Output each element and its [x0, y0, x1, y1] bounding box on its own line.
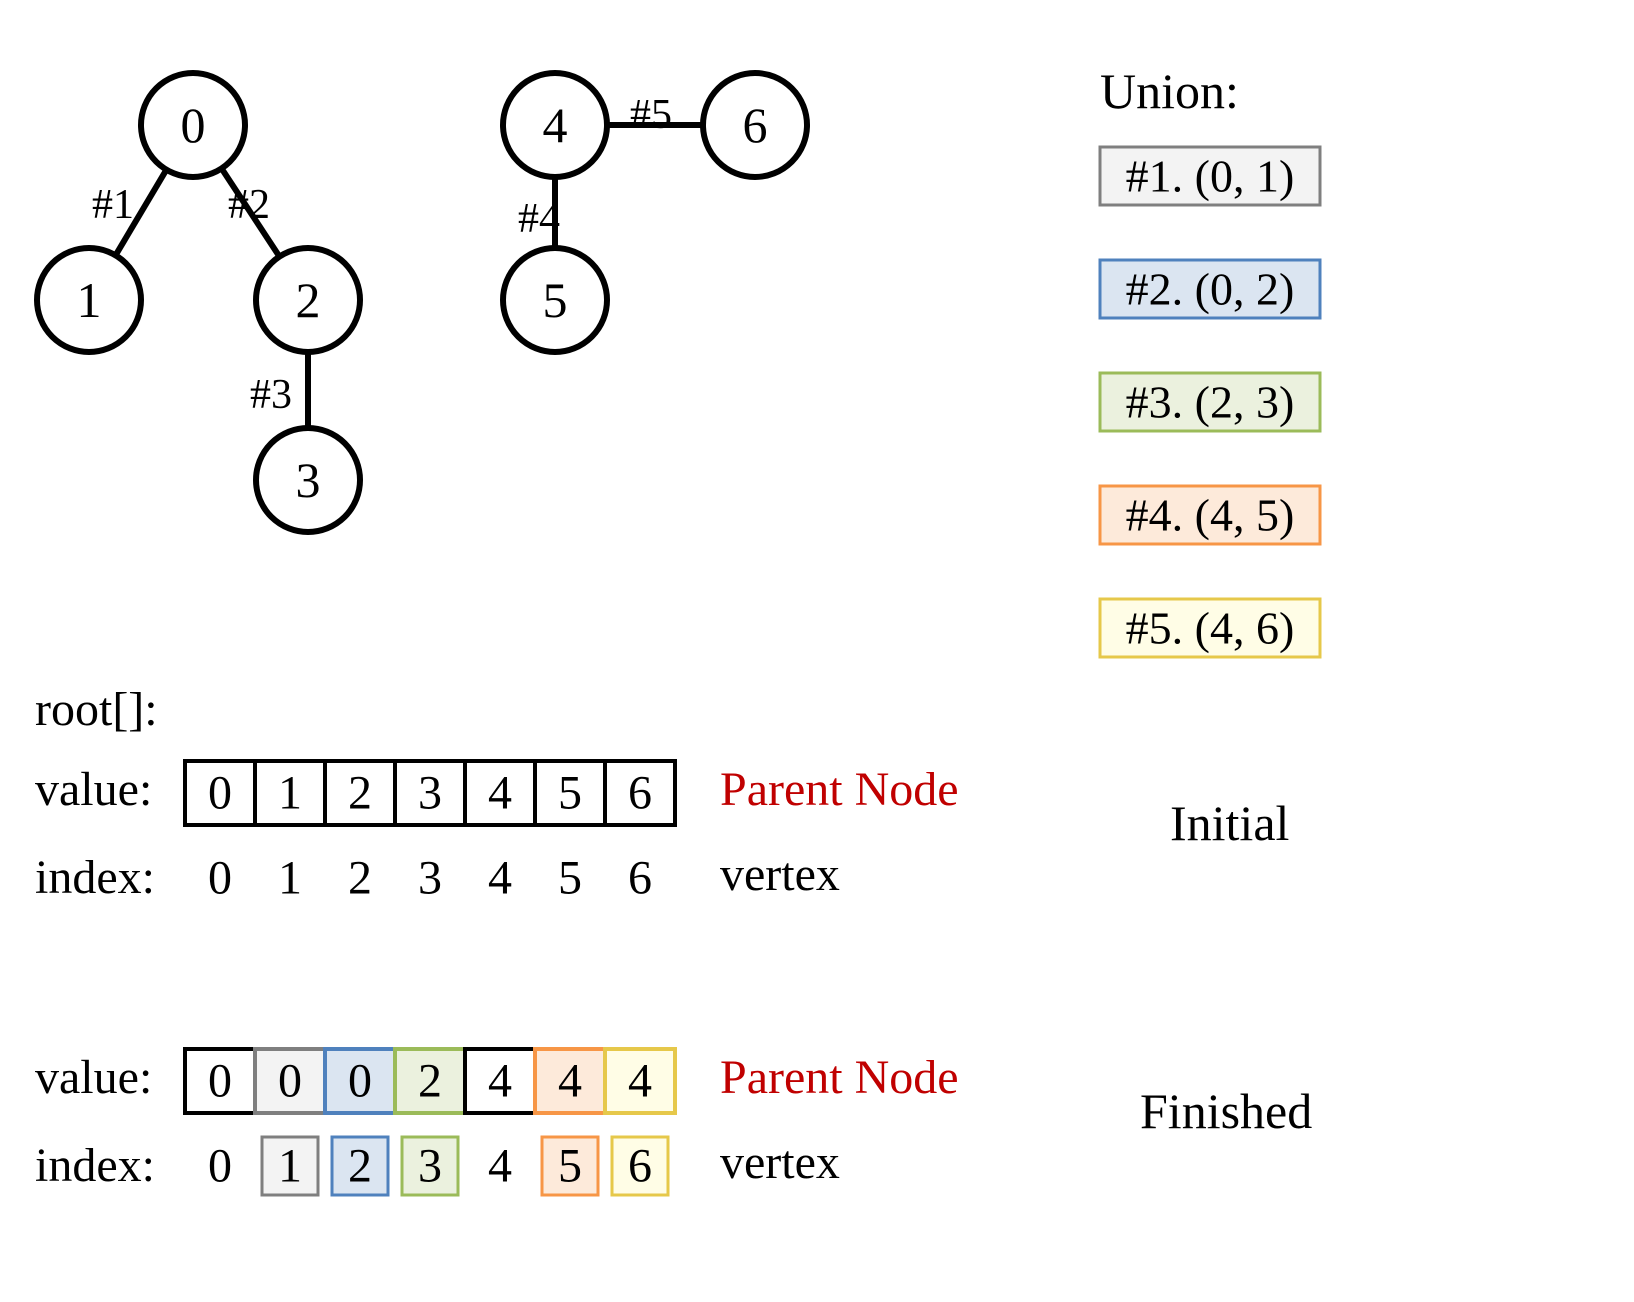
initial-vertex-label: vertex — [720, 848, 840, 901]
finished-value-2: 0 — [348, 1055, 372, 1108]
union-item-2: #2. (0, 2) — [1100, 260, 1320, 318]
initial-value-2: 2 — [348, 767, 372, 820]
finished-index-6: 6 — [628, 1140, 652, 1193]
initial-index-6: 6 — [628, 852, 652, 905]
edge-label-3: #3 — [250, 372, 292, 418]
union-item-3-label: #3. (2, 3) — [1126, 377, 1295, 428]
initial-value-0: 0 — [208, 767, 232, 820]
initial-index-2: 2 — [348, 852, 372, 905]
root-array-label: root[]: — [35, 683, 158, 736]
finished-index-1: 1 — [278, 1140, 302, 1193]
node-2-label: 2 — [296, 272, 321, 328]
initial-index-row: 0 1 2 3 4 5 6 — [208, 852, 652, 905]
finished-value-label: value: — [35, 1051, 152, 1104]
edge-label-4: #4 — [518, 196, 560, 242]
initial-parent-node-label: Parent Node — [720, 763, 959, 816]
finished-state-label: Finished — [1140, 1083, 1312, 1139]
initial-value-label: value: — [35, 763, 152, 816]
finished-index-5: 5 — [558, 1140, 582, 1193]
union-item-4: #4. (4, 5) — [1100, 486, 1320, 544]
finished-value-1: 0 — [278, 1055, 302, 1108]
edge-label-1: #1 — [92, 182, 134, 228]
finished-vertex-label: vertex — [720, 1136, 840, 1189]
finished-parent-node-label: Parent Node — [720, 1051, 959, 1104]
union-item-2-label: #2. (0, 2) — [1126, 264, 1295, 315]
edge-label-2: #2 — [228, 182, 270, 228]
finished-index-row: 0 1 2 3 4 5 6 — [208, 1137, 668, 1195]
node-3-label: 3 — [296, 452, 321, 508]
union-item-1-label: #1. (0, 1) — [1126, 151, 1295, 202]
finished-index-3: 3 — [418, 1140, 442, 1193]
initial-index-1: 1 — [278, 852, 302, 905]
finished-value-6: 4 — [628, 1055, 652, 1108]
node-4-label: 4 — [543, 97, 568, 153]
finished-index-0: 0 — [208, 1140, 232, 1193]
initial-index-4: 4 — [488, 852, 512, 905]
finished-index-2: 2 — [348, 1140, 372, 1193]
node-5-label: 5 — [543, 272, 568, 328]
finished-value-5: 4 — [558, 1055, 582, 1108]
initial-value-3: 3 — [418, 767, 442, 820]
union-title: Union: — [1100, 63, 1239, 119]
node-1-label: 1 — [77, 272, 102, 328]
finished-value-0: 0 — [208, 1055, 232, 1108]
union-item-4-label: #4. (4, 5) — [1126, 490, 1295, 541]
node-6-label: 6 — [743, 97, 768, 153]
union-item-1: #1. (0, 1) — [1100, 147, 1320, 205]
initial-value-1: 1 — [278, 767, 302, 820]
union-item-5: #5. (4, 6) — [1100, 599, 1320, 657]
finished-value-3: 2 — [418, 1055, 442, 1108]
node-0-label: 0 — [181, 97, 206, 153]
edge-label-5: #5 — [630, 92, 672, 138]
initial-index-5: 5 — [558, 852, 582, 905]
union-item-5-label: #5. (4, 6) — [1126, 603, 1295, 654]
initial-value-5: 5 — [558, 767, 582, 820]
initial-state-label: Initial — [1170, 795, 1289, 851]
initial-value-6: 6 — [628, 767, 652, 820]
initial-value-4: 4 — [488, 767, 512, 820]
finished-index-label: index: — [35, 1139, 155, 1192]
finished-index-4: 4 — [488, 1140, 512, 1193]
initial-value-row: 0 1 2 3 4 5 6 — [185, 761, 675, 825]
finished-value-row: 0 0 0 2 4 4 4 — [185, 1049, 675, 1113]
union-item-3: #3. (2, 3) — [1100, 373, 1320, 431]
initial-index-label: index: — [35, 851, 155, 904]
initial-index-3: 3 — [418, 852, 442, 905]
finished-value-4: 4 — [488, 1055, 512, 1108]
initial-index-0: 0 — [208, 852, 232, 905]
